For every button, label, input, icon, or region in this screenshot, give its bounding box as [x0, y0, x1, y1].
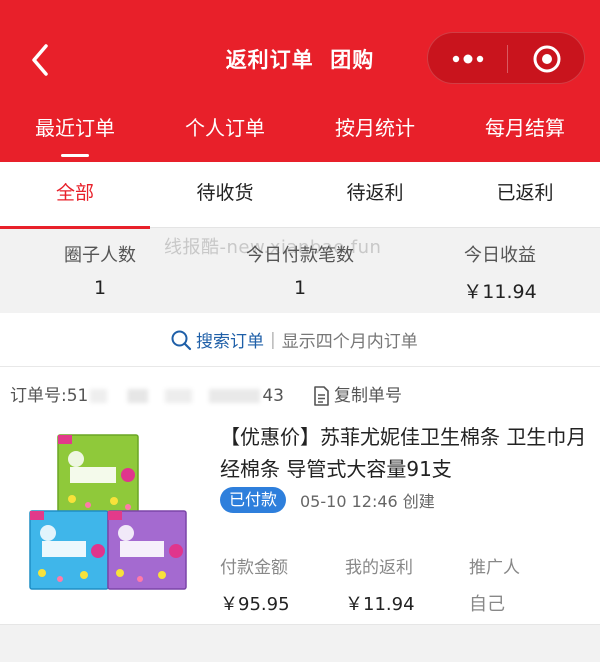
tab-label: 每月结算 — [485, 116, 565, 140]
stat-value: 1 — [293, 277, 307, 299]
product-title[interactable]: 【优惠价】苏菲尤妮佳卫生棉条 卫生巾月经棉条 导管式大容量91支 — [220, 421, 590, 485]
order-number-suffix: 43 — [262, 386, 284, 406]
order-card[interactable]: 订单号:51 43 复制单号 【优惠价】苏菲尤妮佳卫生棉条 卫生巾月经棉条 导管… — [0, 367, 600, 624]
tab-label: 最近订单 — [35, 116, 115, 140]
tab-all[interactable]: 全部 — [0, 162, 150, 229]
stat-value: 1 — [93, 277, 107, 299]
search-icon[interactable] — [170, 329, 192, 351]
promoter: 推广人 自己 — [469, 553, 589, 616]
stat-value: ￥11.94 — [463, 281, 537, 303]
more-dots-icon[interactable] — [448, 47, 488, 71]
copy-order-number-button[interactable]: 复制单号 — [312, 381, 402, 406]
field-value: ￥11.94 — [345, 594, 415, 615]
field-label: 付款金额 — [220, 558, 288, 578]
list-bottom-gap — [0, 624, 600, 662]
search-bar: 搜索订单 | 显示四个月内订单 — [0, 313, 600, 367]
tab-rebated[interactable]: 已返利 — [450, 162, 600, 228]
my-rebate: 我的返利 ￥11.94 — [345, 553, 465, 616]
stats-panel: 线报酷-new.xianbao.fun 圈子人数 1 今日付款笔数 1 今日收益… — [0, 229, 600, 313]
tab-label: 按月统计 — [335, 116, 415, 140]
status-tabs: 全部 待收货 待返利 已返利 — [0, 162, 600, 229]
copy-label: 复制单号 — [334, 386, 402, 406]
stat-today-earnings: 今日收益 ￥11.94 — [400, 241, 600, 304]
stat-label: 今日付款笔数 — [246, 245, 354, 266]
app-header: 返利订单 团购 最近订单 个人订单 按月统计 每月结算 — [0, 0, 600, 162]
divider: | — [270, 329, 276, 350]
top-tabs: 最近订单 个人订单 按月统计 每月结算 — [0, 112, 600, 157]
tab-pending-rebate[interactable]: 待返利 — [300, 162, 450, 228]
field-value: 自己 — [469, 594, 505, 615]
tampon-box-green — [57, 434, 139, 516]
tab-label: 全部 — [55, 182, 94, 204]
field-label: 推广人 — [469, 558, 520, 578]
product-image[interactable] — [28, 433, 188, 593]
search-hint: 显示四个月内订单 — [281, 332, 418, 352]
tab-pending-receipt[interactable]: 待收货 — [150, 162, 300, 228]
tab-monthly-stats[interactable]: 按月统计 — [300, 112, 450, 141]
field-label: 我的返利 — [345, 558, 413, 578]
status-badge: 已付款 — [220, 487, 287, 513]
active-tab-indicator — [61, 154, 89, 157]
field-value: ￥95.95 — [220, 594, 290, 615]
tab-label: 个人订单 — [185, 116, 265, 140]
created-time: 05-10 12:46 创建 — [300, 492, 435, 511]
stat-label: 今日收益 — [464, 245, 536, 266]
search-orders-link[interactable]: 搜索订单 — [196, 332, 264, 352]
target-circle-icon[interactable] — [532, 44, 562, 74]
tab-label: 待收货 — [196, 182, 254, 204]
document-copy-icon — [314, 386, 329, 406]
tampon-box-purple — [107, 510, 187, 590]
mini-program-capsule — [427, 32, 585, 84]
order-number: 订单号:51 43 — [10, 381, 284, 406]
tab-label: 待返利 — [346, 182, 404, 204]
tab-personal-orders[interactable]: 个人订单 — [150, 112, 300, 141]
order-number-prefix: 订单号:51 — [10, 386, 89, 406]
tampon-box-blue — [29, 510, 109, 590]
redacted-order-number — [90, 389, 261, 403]
search-row: 搜索订单 | 显示四个月内订单 — [170, 327, 418, 353]
stat-today-payments: 今日付款笔数 1 — [200, 241, 400, 299]
payment-amount: 付款金额 ￥95.95 — [220, 553, 340, 616]
stat-circle-members: 圈子人数 1 — [0, 241, 200, 299]
stat-label: 圈子人数 — [64, 245, 136, 266]
tab-recent-orders[interactable]: 最近订单 — [0, 112, 150, 157]
tab-monthly-settlement[interactable]: 每月结算 — [450, 112, 600, 141]
tab-label: 已返利 — [496, 182, 554, 204]
capsule-divider — [507, 45, 508, 73]
